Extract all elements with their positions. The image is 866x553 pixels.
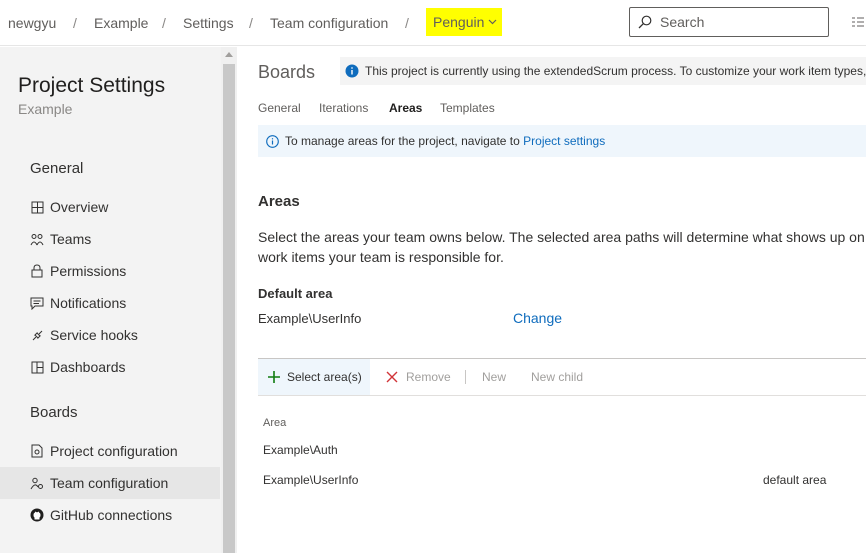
sidebar-item-label: Permissions [50,263,127,279]
project-configuration-icon [30,444,44,458]
sidebar-item-service-hooks[interactable]: Service hooks [0,319,220,351]
areas-description-line: work items your team is responsible for. [258,249,504,265]
default-area-value: Example\UserInfo [258,311,362,326]
sidebar-scrollbar-thumb[interactable] [223,64,235,553]
breadcrumb-separator: / [162,15,166,31]
sidebar-item-teams[interactable]: Teams [0,223,220,255]
new-button[interactable]: New [482,359,506,395]
sidebar-item-label: Notifications [50,295,127,311]
remove-button[interactable]: Remove [386,359,451,395]
sidebar-item-team-configuration[interactable]: Team configuration [0,467,220,499]
breadcrumb-separator: / [249,15,253,31]
tab-iterations[interactable]: Iterations [319,101,368,115]
team-configuration-icon [30,476,44,490]
sidebar-item-project-configuration[interactable]: Project configuration [0,435,220,467]
sidebar-item-label: Dashboards [50,359,126,375]
service-hooks-icon [30,328,44,342]
breadcrumb-org[interactable]: newgyu [8,15,56,31]
remove-label: Remove [406,370,451,384]
select-areas-label: Select area(s) [287,370,362,384]
list-menu-icon[interactable] [852,16,864,28]
project-settings-link[interactable]: Project settings [523,134,605,148]
sidebar-item-notifications[interactable]: Notifications [0,287,220,319]
change-default-area-link[interactable]: Change [513,310,562,326]
breadcrumb-section[interactable]: Team configuration [270,15,388,31]
sidebar-item-label: Project configuration [50,443,178,459]
sidebar-item-label: Service hooks [50,327,138,343]
sidebar-item-label: GitHub connections [50,507,173,523]
plus-icon [268,371,280,383]
info-icon [345,64,359,78]
search-box[interactable]: Search [629,7,829,37]
tab-general[interactable]: General [258,101,301,115]
scroll-up-arrow-icon[interactable] [225,51,233,57]
team-selector-label: Penguin [433,14,485,30]
new-child-button[interactable]: New child [531,359,583,395]
toolbar-divider [465,370,466,384]
banner-text: This project is currently using the exte… [365,64,866,78]
breadcrumb-separator: / [405,15,409,31]
sidebar-group-general: General [30,160,84,177]
breadcrumb-project[interactable]: Example [94,15,148,31]
main-content: Boards This project is currently using t… [238,47,866,553]
table-row[interactable]: Example\UserInfo [263,473,358,487]
info-text: To manage areas for the project, navigat… [285,134,520,148]
process-info-banner: This project is currently using the exte… [340,57,866,85]
sidebar-item-label: Team configuration [50,475,169,491]
areas-info-bar: To manage areas for the project, navigat… [258,125,866,157]
new-label: New [482,370,507,384]
areas-description: Select the areas your team owns below. T… [258,227,866,267]
top-bar: newgyu / Example / Settings / Team confi… [0,0,866,46]
sidebar-subtitle: Example [18,101,73,117]
table-row[interactable]: Example\Auth [263,443,338,457]
select-areas-button[interactable]: Select area(s) [258,359,370,395]
info-icon [266,134,279,148]
tab-areas[interactable]: Areas [389,101,422,115]
page-title: Boards [258,62,316,82]
sidebar-item-label: Teams [50,231,92,247]
sidebar-group-boards: Boards [30,404,78,421]
new-child-label: New child [531,370,584,384]
sidebar-item-github-connections[interactable]: GitHub connections [0,499,220,531]
area-column-header: Area [263,417,287,429]
sidebar-item-overview[interactable]: Overview [0,191,220,223]
lock-icon [30,264,44,278]
default-area-tag: default area [763,473,827,487]
github-icon [30,508,44,522]
areas-toolbar: Select area(s) Remove New New child [258,358,866,396]
breadcrumb-separator: / [73,15,77,31]
areas-description-line: Select the areas your team owns below. T… [258,229,866,245]
search-input[interactable]: Search [660,14,704,30]
areas-section-title: Areas [258,193,300,210]
team-selector[interactable]: Penguin [426,8,502,36]
overview-icon [30,200,44,214]
sidebar-item-label: Overview [50,199,109,215]
teams-icon [30,232,44,246]
breadcrumb-settings[interactable]: Settings [183,15,234,31]
notifications-icon [30,296,44,310]
chevron-down-icon [488,19,497,25]
sidebar-item-permissions[interactable]: Permissions [0,255,220,287]
sidebar-title: Project Settings [18,74,166,97]
dashboards-icon [30,360,44,374]
sidebar-item-dashboards[interactable]: Dashboards [0,351,220,383]
sidebar: Project Settings Example General Overvie… [0,47,221,553]
default-area-label: Default area [258,286,333,301]
tab-templates[interactable]: Templates [440,101,495,115]
close-icon [386,371,398,383]
search-icon [638,15,652,29]
